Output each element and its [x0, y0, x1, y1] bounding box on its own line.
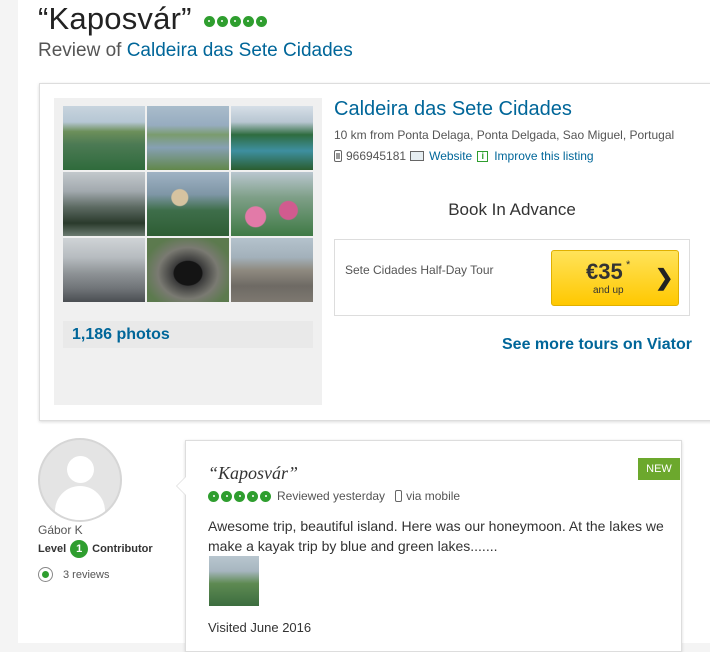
rating-bubble-icon	[229, 15, 241, 27]
info-icon: i	[477, 150, 489, 162]
page-subtitle: Review of Caldeira das Sete Cidades	[38, 40, 353, 62]
avatar-body-icon	[55, 486, 105, 520]
photo-gallery[interactable]: 1,186 photos	[54, 98, 322, 405]
reviewer-level: Level 1 Contributor	[38, 540, 153, 558]
review-rating-bubbles	[208, 490, 271, 502]
reviewed-date: Reviewed yesterday	[277, 489, 386, 503]
listing-contact-row: 966945181 Website i Improve this listing	[334, 149, 594, 163]
reviewer-reviews[interactable]: 3 reviews	[38, 567, 109, 582]
review-device: via mobile	[406, 489, 461, 503]
price-subtext: and up	[593, 285, 624, 296]
improve-listing-link[interactable]: Improve this listing	[494, 149, 593, 163]
new-badge: NEW	[638, 458, 680, 480]
tour-name[interactable]: Sete Cidades Half-Day Tour	[345, 263, 494, 277]
reviewer-username[interactable]: Gábor K	[38, 523, 83, 537]
rating-bubble-icon	[221, 490, 232, 502]
listing-name-link[interactable]: Caldeira das Sete Cidades	[334, 98, 572, 121]
reviews-badge-icon	[38, 567, 53, 582]
rating-bubble-icon	[260, 490, 271, 502]
subtitle-prefix: Review of	[38, 40, 122, 61]
listing-address: 10 km from Ponta Delaga, Ponta Delgada, …	[334, 128, 675, 142]
review-header: “Kaposvár”	[38, 0, 267, 38]
chevron-right-icon: ❯	[655, 265, 674, 290]
photo-thumbnail[interactable]	[231, 106, 313, 170]
photo-thumbnail[interactable]	[63, 238, 145, 302]
avatar[interactable]	[38, 438, 122, 522]
mobile-phone-icon	[395, 490, 403, 502]
header-rating-bubbles	[203, 15, 267, 27]
review-title[interactable]: “Kaposvár”	[208, 463, 298, 484]
rating-bubble-icon	[203, 15, 215, 27]
rating-bubble-icon	[208, 490, 219, 502]
phone-number: 966945181	[346, 149, 407, 163]
rating-bubble-icon	[242, 15, 254, 27]
listing-card: 1,186 photos Caldeira das Sete Cidades 1…	[39, 83, 710, 421]
rating-bubble-icon	[216, 15, 228, 27]
review-pointer-inner	[177, 477, 186, 495]
tour-price-button[interactable]: €35 * and up ❯	[551, 250, 679, 306]
see-more-tours-link[interactable]: See more tours on Viator	[502, 336, 692, 354]
page-title: “Kaposvár”	[38, 1, 192, 36]
photos-count-link[interactable]: 1,186 photos	[63, 321, 313, 348]
photo-thumbnail[interactable]	[147, 172, 229, 236]
review-photo-thumbnail[interactable]	[209, 556, 259, 606]
photo-thumbnail[interactable]	[147, 106, 229, 170]
rating-bubble-icon	[247, 490, 258, 502]
review-meta: Reviewed yesterday via mobile	[208, 489, 460, 503]
book-in-advance-heading: Book In Advance	[448, 200, 576, 219]
rating-bubble-icon	[234, 490, 245, 502]
level-suffix: Contributor	[92, 543, 153, 555]
tour-price: €35	[586, 259, 623, 284]
photo-thumbnail[interactable]	[147, 238, 229, 302]
level-prefix: Level	[38, 543, 67, 555]
photo-thumbnail[interactable]	[231, 238, 313, 302]
phone-icon	[334, 150, 342, 162]
photo-thumbnail[interactable]	[231, 172, 313, 236]
photo-grid	[63, 106, 313, 302]
photo-thumbnail[interactable]	[63, 106, 145, 170]
rating-bubble-icon	[255, 15, 267, 27]
visited-date: Visited June 2016	[208, 620, 312, 635]
computer-icon	[410, 151, 425, 161]
level-badge: 1	[70, 540, 89, 558]
review-body: Awesome trip, beautiful island. Here was…	[208, 518, 664, 554]
photo-thumbnail[interactable]	[63, 172, 145, 236]
website-link[interactable]: Website	[429, 149, 472, 163]
attraction-link[interactable]: Caldeira das Sete Cidades	[127, 40, 353, 61]
reviews-count: 3 reviews	[63, 568, 110, 581]
price-asterisk: *	[626, 259, 631, 271]
tour-offer-box: Sete Cidades Half-Day Tour €35 * and up …	[334, 239, 690, 316]
left-gutter	[0, 0, 18, 643]
avatar-head-icon	[67, 456, 94, 483]
